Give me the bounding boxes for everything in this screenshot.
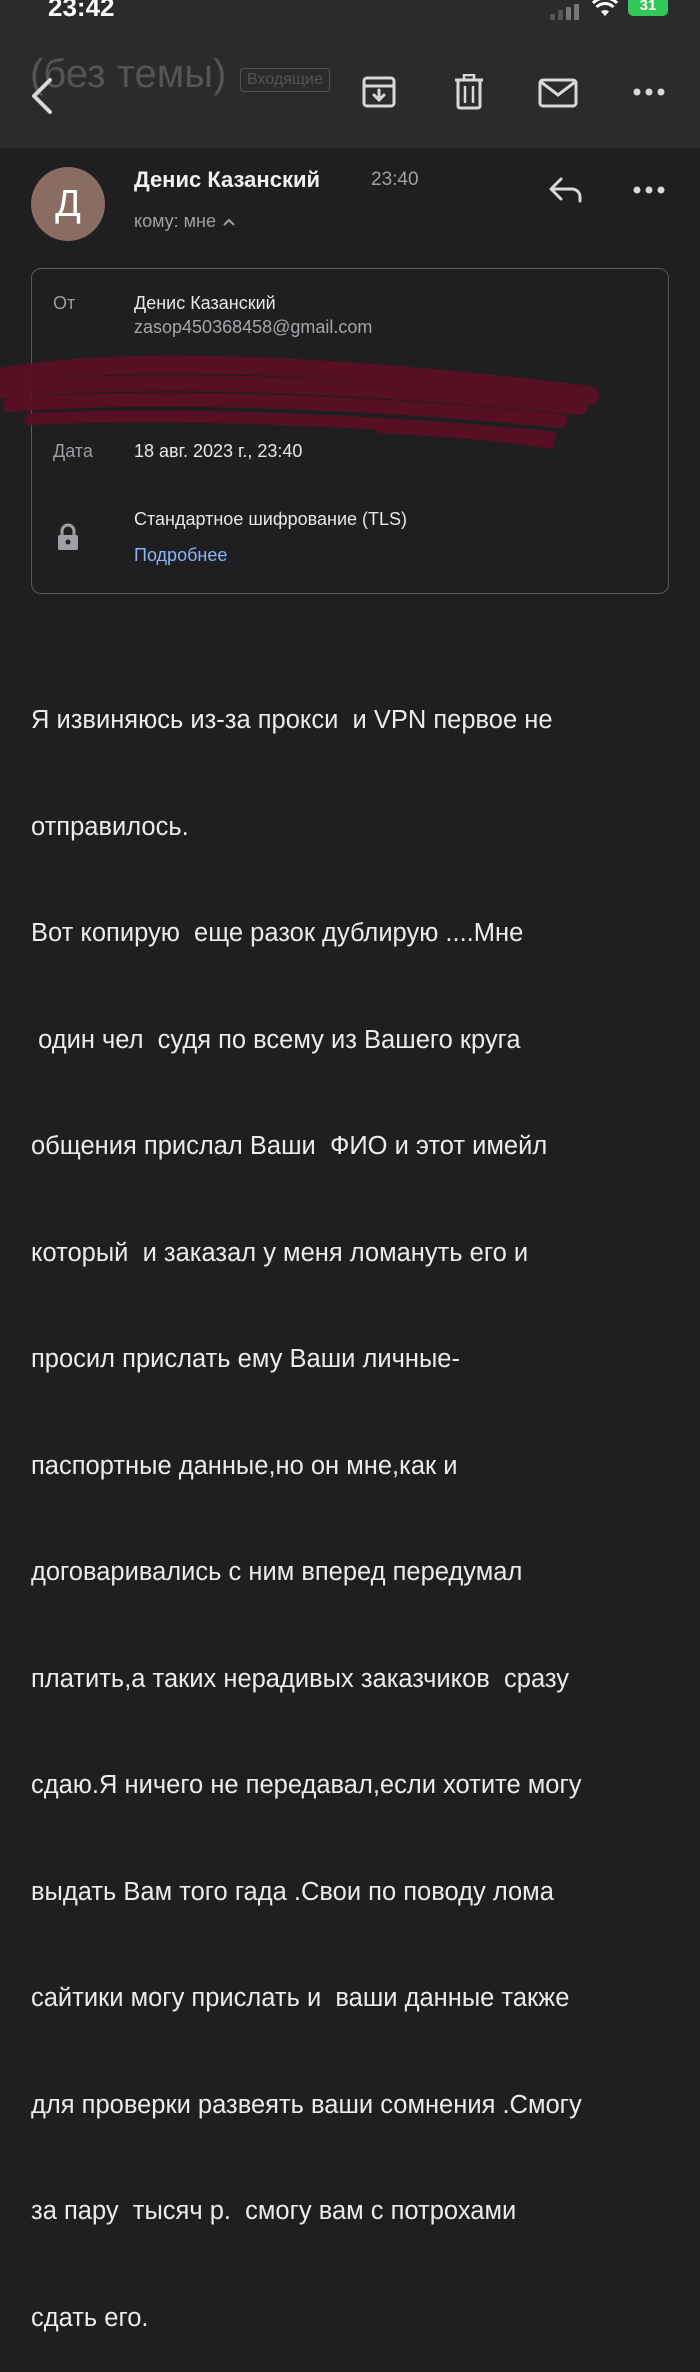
body-line: платить,а таких нерадивых заказчиков сра… xyxy=(31,1664,570,1693)
from-label: От xyxy=(53,293,76,313)
body-line: для проверки развеять ваши сомнения .Смо… xyxy=(31,2090,582,2119)
body-line: паспортные данные,но он мне,как и xyxy=(31,1451,458,1480)
message-body: Я извиняюсь из-за прокси и VPN первое не… xyxy=(31,632,681,2372)
battery-indicator: 31 xyxy=(628,0,668,16)
recipients-toggle[interactable]: кому: мне xyxy=(134,211,236,232)
top-toolbar: (без темы) Входящие xyxy=(0,30,700,148)
from-name: Денис Казанский xyxy=(134,293,276,313)
body-line: за пару тысяч р. смогу вам с потрохами xyxy=(31,2197,517,2225)
sender-header: Д Денис Казанский 23:40 кому: мне xyxy=(0,165,700,245)
mail-unread-icon[interactable] xyxy=(538,78,578,108)
body-line: сайтики могу прислать и ваши данные такж… xyxy=(31,1984,570,2012)
body-line: сдать его. xyxy=(31,2303,149,2332)
reply-icon[interactable] xyxy=(548,175,584,205)
wifi-icon xyxy=(592,0,618,16)
body-line: сдаю.Я ничего не передавал,если хотите м… xyxy=(31,1771,582,1799)
body-line: отправилось. xyxy=(31,812,189,841)
sender-time: 23:40 xyxy=(371,169,419,190)
body-line: договаривались с ним вперед передумал xyxy=(31,1558,523,1586)
body-line: общения прислал Ваши ФИО и этот имейл xyxy=(31,1132,548,1160)
body-line: выдать Вам того гада .Свои по поводу лом… xyxy=(31,1877,554,1906)
trash-icon[interactable] xyxy=(452,74,486,110)
cellular-signal-icon xyxy=(550,4,579,20)
body-line: который и заказал у меня ломануть его и xyxy=(31,1238,529,1267)
chevron-up-icon xyxy=(223,218,235,226)
folder-badge: Входящие xyxy=(240,68,330,92)
more-options-icon[interactable] xyxy=(632,86,666,98)
redaction-scribble xyxy=(0,355,599,449)
message-more-icon[interactable] xyxy=(632,184,666,196)
avatar[interactable]: Д xyxy=(31,167,105,241)
status-time: 23:42 xyxy=(48,0,115,22)
body-line: один чел судя по всему из Вашего круга xyxy=(31,1025,521,1054)
back-arrow-icon[interactable] xyxy=(28,76,56,116)
subject-title: (без темы) xyxy=(30,52,227,96)
lock-icon xyxy=(58,523,78,550)
body-line: просил прислать ему Ваши личные- xyxy=(31,1345,460,1373)
recipients-label: кому: мне xyxy=(134,211,216,231)
body-line: Вот копирую еще разок дублирую ....Мне xyxy=(31,919,524,947)
more-details-link[interactable]: Подробнее xyxy=(134,545,227,566)
body-line: Я извиняюсь из-за прокси и VPN первое не xyxy=(31,706,553,734)
status-bar: 23:42 31 xyxy=(0,0,700,30)
from-email[interactable]: zasop450368458@gmail.com xyxy=(134,317,372,338)
sender-name: Денис Казанский xyxy=(134,167,321,192)
encryption-info: Стандартное шифрование (TLS) xyxy=(134,509,408,529)
archive-icon[interactable] xyxy=(361,74,397,110)
